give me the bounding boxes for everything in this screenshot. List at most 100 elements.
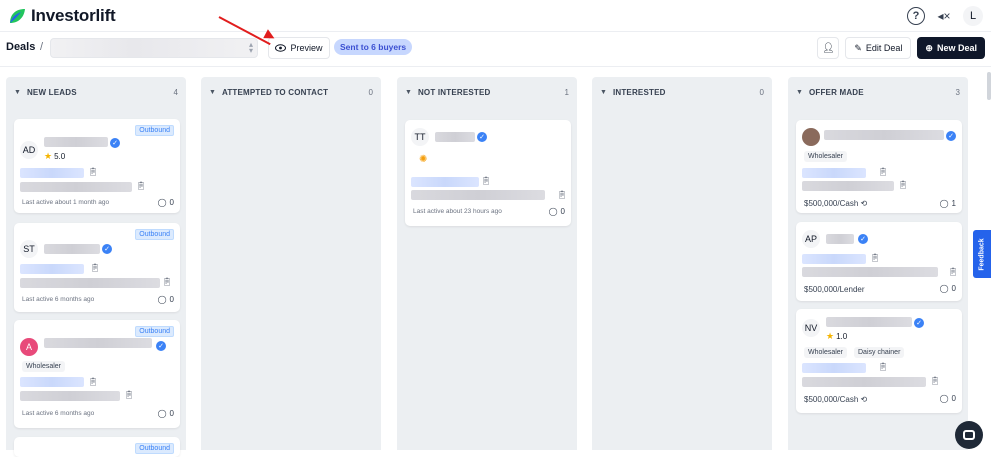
lead-card[interactable]: Outbound A ✓ Wholesaler 📋︎ 📋︎ Last activ… (14, 320, 180, 428)
lead-card[interactable]: Outbound (14, 437, 180, 457)
star-icon: ★ (44, 151, 53, 161)
speaker-mute-icon[interactable]: ◂× (935, 7, 953, 25)
column-count: 1 (564, 87, 569, 97)
chevron-down-icon[interactable]: ▼ (600, 89, 607, 96)
new-deal-button[interactable]: ⊕ New Deal (917, 37, 985, 59)
comments-count[interactable]: ◯ 0 (940, 284, 956, 293)
column-header[interactable]: ▼ NEW LEADS 4 (6, 77, 186, 107)
help-circle-icon[interactable]: ? (907, 7, 925, 25)
offer-card[interactable]: NV ✓ ★ 1.0 Wholesaler Daisy chainer 📋︎ 📋︎… (796, 309, 962, 413)
outbound-tag: Outbound (135, 125, 174, 136)
redacted-email[interactable] (20, 168, 84, 178)
column-header[interactable]: ▼ ATTEMPTED TO CONTACT 0 (201, 77, 381, 107)
clipboard-icon[interactable]: 📋︎ (898, 180, 908, 189)
edit-deal-button[interactable]: ✎ Edit Deal (845, 37, 912, 59)
comments-count[interactable]: ◯ 0 (940, 394, 956, 403)
column-count: 3 (955, 87, 960, 97)
investorlift-logo[interactable]: Investorlift (7, 6, 116, 26)
plus-circle-icon: ⊕ (925, 42, 933, 53)
verified-icon: ✓ (477, 132, 487, 142)
verified-icon: ✓ (946, 131, 956, 141)
verified-icon: ✓ (858, 234, 868, 244)
clipboard-icon[interactable]: 📋︎ (878, 362, 888, 371)
clipboard-icon[interactable]: 📋︎ (88, 377, 98, 386)
last-active: Last active 6 months ago (22, 410, 95, 417)
column-header[interactable]: ▼ INTERESTED 0 (592, 77, 772, 107)
column-title: NEW LEADS (26, 87, 77, 97)
comments-count[interactable]: ◯ 0 (549, 207, 565, 216)
redacted-email[interactable] (802, 168, 866, 178)
clipboard-icon[interactable]: 📋︎ (870, 253, 880, 262)
redacted-email[interactable] (20, 377, 84, 387)
clipboard-icon[interactable]: 📋︎ (878, 167, 888, 176)
column-count: 4 (173, 87, 178, 97)
comment-icon: ◯ (548, 207, 558, 216)
lead-card[interactable]: Outbound ST ✓ 📋︎ 📋︎ Last active 6 months… (14, 223, 180, 312)
column-count: 0 (368, 87, 373, 97)
clipboard-icon[interactable]: 📋︎ (136, 181, 146, 190)
verified-icon: ✓ (156, 341, 166, 351)
comments-count[interactable]: ◯ 1 (940, 199, 956, 208)
clipboard-icon[interactable]: 📋︎ (557, 190, 567, 199)
redacted-phone (411, 190, 545, 200)
clipboard-icon[interactable]: 📋︎ (124, 390, 134, 399)
feedback-label: Feedback (978, 237, 986, 271)
sent-to-buyers-badge[interactable]: Sent to 6 buyers (334, 39, 413, 55)
redacted-email[interactable] (411, 177, 479, 187)
price-value: $500,000/Cash (804, 395, 859, 404)
comments-count[interactable]: ◯ 0 (158, 409, 174, 418)
redacted-name (44, 137, 108, 147)
deal-selector[interactable]: ▴ ▾ (50, 38, 258, 58)
redacted-email[interactable] (802, 363, 866, 373)
comment-number: 0 (560, 207, 565, 216)
offer-price: $500,000/Lender (804, 285, 865, 294)
clipboard-icon[interactable]: 📋︎ (930, 376, 940, 385)
redacted-phone (20, 278, 160, 288)
user-avatar[interactable]: L (963, 6, 983, 26)
vertical-scrollbar[interactable] (987, 72, 991, 100)
chevron-down-icon[interactable]: ▼ (796, 89, 803, 96)
clipboard-icon[interactable]: 📋︎ (481, 176, 491, 185)
chat-launcher-button[interactable] (955, 421, 983, 449)
chevron-down-icon[interactable]: ▼ (14, 89, 21, 96)
column-title: ATTEMPTED TO CONTACT (221, 87, 329, 97)
lead-card[interactable]: TT ✓ ✺ 📋︎ 📋︎ Last active about 23 hours … (405, 120, 571, 226)
redacted-phone (802, 377, 926, 387)
outbound-tag: Outbound (135, 229, 174, 240)
feedback-tab[interactable]: Feedback (973, 230, 991, 278)
redacted-name (435, 132, 475, 142)
chevron-down-icon[interactable]: ▼ (405, 89, 412, 96)
column-not-interested: ▼ NOT INTERESTED 1 TT ✓ ✺ 📋︎ 📋︎ Last act… (397, 77, 577, 450)
rating: ★ 1.0 (826, 331, 847, 342)
last-active: Last active 6 months ago (22, 296, 95, 303)
comment-number: 0 (951, 394, 956, 403)
clipboard-icon[interactable]: 📋︎ (162, 277, 172, 286)
redacted-phone (802, 181, 894, 191)
redacted-email[interactable] (802, 254, 866, 264)
column-header[interactable]: ▼ OFFER MADE 3 (788, 77, 968, 107)
comment-icon: ◯ (157, 198, 167, 207)
offer-card[interactable]: ✓ Wholesaler 📋︎ 📋︎ $500,000/Cash ⟲ ◯ 1 (796, 120, 962, 213)
breadcrumb-deals[interactable]: Deals (6, 41, 35, 53)
deal-header-bar: Deals / ▴ ▾ Preview Sent to 6 buyers 👤︎ ✎… (0, 32, 991, 67)
redacted-name (44, 338, 152, 348)
comment-number: 0 (169, 198, 174, 207)
redacted-email[interactable] (20, 264, 84, 274)
chevron-down-icon[interactable]: ▼ (209, 89, 216, 96)
avatar: NV (802, 319, 820, 337)
clipboard-icon[interactable]: 📋︎ (88, 167, 98, 176)
kanban-board: ▼ NEW LEADS 4 Outbound AD ✓ ★ 5.0 📋︎ 📋︎ L… (0, 67, 991, 457)
comments-count[interactable]: ◯ 0 (158, 295, 174, 304)
offer-card[interactable]: AP ✓ 📋︎ 📋︎ $500,000/Lender ◯ 0 (796, 222, 962, 301)
role-chip: Daisy chainer (854, 347, 905, 358)
clipboard-icon[interactable]: 📋︎ (90, 263, 100, 272)
breadcrumb-separator: / (40, 41, 44, 53)
lead-card[interactable]: Outbound AD ✓ ★ 5.0 📋︎ 📋︎ Last active abo… (14, 119, 180, 213)
assign-user-button[interactable]: 👤︎ (817, 37, 840, 59)
comments-count[interactable]: ◯ 0 (158, 198, 174, 207)
clipboard-icon[interactable]: 📋︎ (948, 267, 958, 276)
column-header[interactable]: ▼ NOT INTERESTED 1 (397, 77, 577, 107)
preview-button[interactable]: Preview (268, 37, 330, 59)
outbound-tag: Outbound (135, 326, 174, 337)
column-new-leads: ▼ NEW LEADS 4 Outbound AD ✓ ★ 5.0 📋︎ 📋︎ L… (6, 77, 186, 457)
